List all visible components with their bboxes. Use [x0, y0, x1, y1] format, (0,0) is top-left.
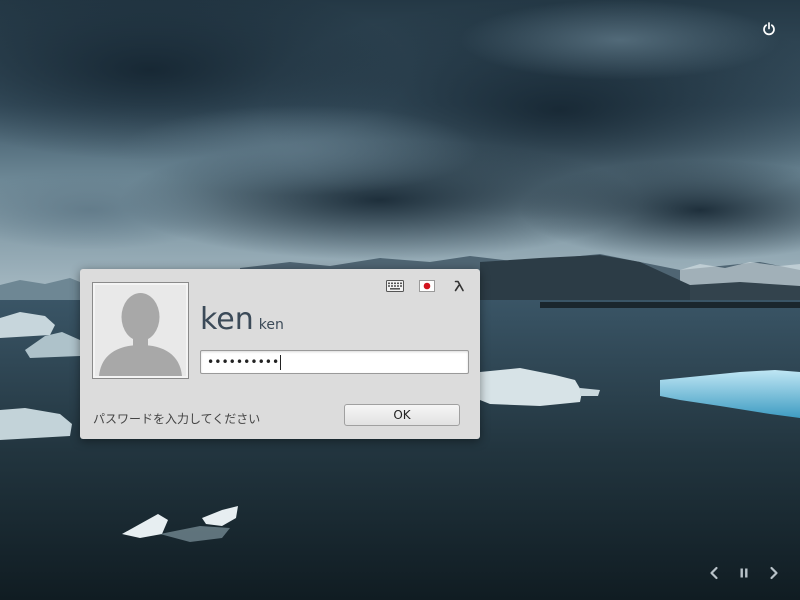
accessibility-button[interactable] [448, 278, 470, 294]
text-caret [280, 354, 282, 370]
chevron-left-icon [710, 566, 718, 580]
display-name: ken [200, 302, 254, 337]
user-name-row: ken ken [200, 302, 284, 338]
login-screen: ken ken •••••••••• パスワードを入力してください OK [0, 0, 800, 600]
power-button[interactable] [756, 16, 782, 42]
pause-slideshow-button[interactable] [734, 563, 754, 583]
japan-flag-icon [419, 280, 435, 292]
username-label: ken [258, 317, 284, 333]
keyboard-button[interactable] [384, 278, 406, 294]
power-icon [763, 22, 775, 36]
password-mask: •••••••••• [207, 355, 280, 369]
user-silhouette-icon [99, 293, 182, 376]
chevron-right-icon [770, 566, 778, 580]
previous-background-button[interactable] [704, 563, 724, 583]
input-method-button[interactable] [416, 278, 438, 294]
avatar [92, 282, 189, 379]
dialog-toolbar [384, 278, 470, 294]
slideshow-controls [704, 563, 784, 583]
ok-button[interactable]: OK [344, 404, 460, 426]
password-prompt-label: パスワードを入力してください [93, 412, 261, 426]
login-dialog: ken ken •••••••••• パスワードを入力してください OK [80, 269, 480, 439]
next-background-button[interactable] [764, 563, 784, 583]
lambda-icon [454, 280, 464, 292]
keyboard-icon [386, 280, 404, 292]
password-input[interactable]: •••••••••• [200, 350, 469, 374]
pause-icon [740, 568, 748, 578]
